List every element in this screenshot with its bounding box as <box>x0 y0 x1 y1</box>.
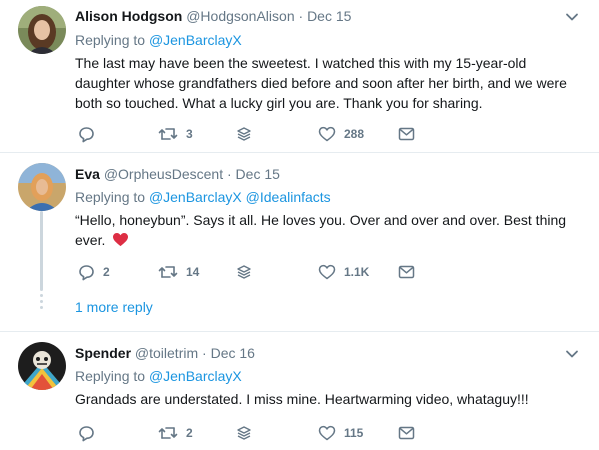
heart-icon <box>318 126 336 142</box>
replying-to-label: Replying to <box>75 368 146 384</box>
tweet-actions: 3 288 <box>75 124 495 144</box>
envelope-icon <box>398 265 415 279</box>
dm-button[interactable] <box>398 423 415 443</box>
retweet-icon <box>158 425 178 441</box>
mention-link[interactable]: @JenBarclayX <box>149 189 242 205</box>
display-name[interactable]: Spender <box>75 345 131 361</box>
layers-button[interactable] <box>236 423 252 443</box>
like-count: 115 <box>344 426 364 440</box>
envelope-icon <box>398 426 415 440</box>
retweet-icon <box>158 126 178 142</box>
like-count: 1.1K <box>344 265 370 279</box>
chevron-down-icon[interactable] <box>565 10 579 24</box>
heart-icon <box>318 425 336 441</box>
heart-icon <box>318 264 336 280</box>
reply-button[interactable] <box>78 423 103 443</box>
thread-dots <box>40 294 43 309</box>
like-button[interactable]: 115 <box>318 423 363 443</box>
tweet-header: Alison Hodgson @HodgsonAlison · Dec 15 <box>75 7 351 25</box>
dm-button[interactable] <box>398 262 415 282</box>
mention-link[interactable]: @JenBarclayX <box>149 32 242 48</box>
chevron-down-icon[interactable] <box>565 347 579 361</box>
tweet-text: “Hello, honeybun”. Says it all. He loves… <box>75 210 575 252</box>
tweet-actions: 2 14 1.1K <box>75 262 495 282</box>
avatar-alison[interactable] <box>18 6 66 54</box>
layers-icon <box>236 425 252 441</box>
tweet-text: Grandads are understated. I miss mine. H… <box>75 391 529 407</box>
separator-dot: · <box>226 166 232 182</box>
red-heart-emoji <box>112 232 129 252</box>
replying-to: Replying to @JenBarclayX <box>75 31 242 49</box>
user-handle[interactable]: @toiletrim <box>135 345 198 361</box>
display-name[interactable]: Eva <box>75 166 100 182</box>
tweet-eva[interactable]: Eva @OrpheusDescent · Dec 15 Replying to… <box>0 153 599 331</box>
mention-link[interactable]: @Idealinfacts <box>246 189 331 205</box>
replying-to-label: Replying to <box>75 189 146 205</box>
retweet-button[interactable]: 2 <box>158 423 193 443</box>
tweet-date[interactable]: Dec 15 <box>236 166 280 182</box>
layers-button[interactable] <box>236 124 252 144</box>
retweet-count: 14 <box>186 265 200 279</box>
like-button[interactable]: 288 <box>318 124 364 144</box>
reply-count: 2 <box>103 265 110 279</box>
thread-line <box>40 211 43 291</box>
tweet-header: Eva @OrpheusDescent · Dec 15 <box>75 165 280 183</box>
tweet-header: Spender @toiletrim · Dec 16 <box>75 344 255 362</box>
replying-to: Replying to @JenBarclayX <box>75 367 242 385</box>
reply-icon <box>78 264 95 281</box>
avatar-eva[interactable] <box>18 163 66 211</box>
separator-dot: · <box>202 345 207 361</box>
reply-icon <box>78 425 95 442</box>
layers-icon <box>236 264 252 280</box>
tweet-text: The last may have been the sweetest. I w… <box>75 55 567 111</box>
like-button[interactable]: 1.1K <box>318 262 369 282</box>
envelope-icon <box>398 127 415 141</box>
reply-button[interactable]: 2 <box>78 262 110 282</box>
display-name[interactable]: Alison Hodgson <box>75 8 182 24</box>
retweet-count: 3 <box>186 127 193 141</box>
reply-button[interactable] <box>78 124 103 144</box>
tweet-actions: 2 115 <box>75 423 495 443</box>
tweet-date[interactable]: Dec 15 <box>307 8 351 24</box>
retweet-button[interactable]: 14 <box>158 262 199 282</box>
dm-button[interactable] <box>398 124 415 144</box>
avatar-spender[interactable] <box>18 342 66 390</box>
retweet-count: 2 <box>186 426 193 440</box>
reply-icon <box>78 126 95 143</box>
separator-dot: · <box>298 8 304 24</box>
tweet-date[interactable]: Dec 16 <box>211 345 255 361</box>
tweet-alison[interactable]: Alison Hodgson @HodgsonAlison · Dec 15 R… <box>0 0 599 152</box>
tweet-spender[interactable]: Spender @toiletrim · Dec 16 Replying to … <box>0 332 599 450</box>
replying-to: Replying to @JenBarclayX @Idealinfacts <box>75 188 331 206</box>
retweet-icon <box>158 264 178 280</box>
mention-link[interactable]: @JenBarclayX <box>149 368 242 384</box>
tweet-text-body: “Hello, honeybun”. Says it all. He loves… <box>75 212 567 248</box>
user-handle[interactable]: @HodgsonAlison <box>186 8 294 24</box>
retweet-button[interactable]: 3 <box>158 124 193 144</box>
user-handle[interactable]: @OrpheusDescent <box>104 166 223 182</box>
more-replies-link[interactable]: 1 more reply <box>75 299 153 315</box>
layers-icon <box>236 126 252 142</box>
like-count: 288 <box>344 127 365 141</box>
replying-to-label: Replying to <box>75 32 146 48</box>
layers-button[interactable] <box>236 262 252 282</box>
